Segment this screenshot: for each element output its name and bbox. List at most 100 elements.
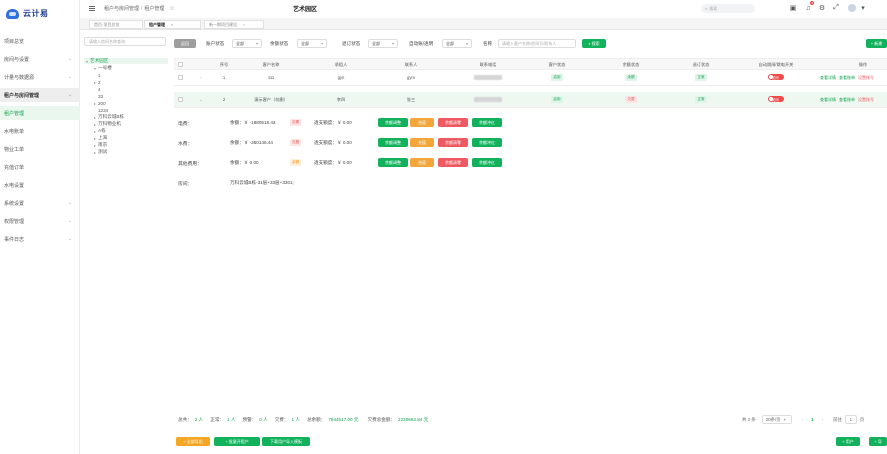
- auto-status-select[interactable]: 全部 ▾: [442, 39, 472, 48]
- fee-action-button[interactable]: 余额清零: [438, 118, 468, 127]
- breadcrumb-item[interactable]: 租户与房间管理: [104, 5, 139, 12]
- tab-tenant-management[interactable]: 租户管理 ×: [144, 20, 201, 29]
- page-size-select[interactable]: 20条/页 ▾: [761, 415, 792, 424]
- tree-search-input[interactable]: 请输入房间名称查询: [84, 37, 166, 46]
- balance-status-select[interactable]: 全部 ▾: [297, 39, 327, 48]
- sidebar-item[interactable]: 房间与设置 ⌄: [0, 52, 80, 66]
- row-checkbox[interactable]: [178, 75, 183, 80]
- import-button[interactable]: + 导: [869, 437, 887, 446]
- fee-action-button[interactable]: 余额清零: [438, 138, 468, 147]
- sidebar-item-label: 租户管理: [4, 110, 25, 117]
- breadcrumb: 租户与房间管理 / 租户管理 ☆: [104, 5, 175, 13]
- sidebar-item[interactable]: 租户管理: [0, 106, 80, 120]
- chevron-down-icon: ⌄: [67, 56, 72, 62]
- action-link[interactable]: 设置账号: [858, 75, 874, 80]
- chevron-right-icon[interactable]: ›: [198, 75, 204, 80]
- auto-switch-toggle[interactable]: 关闭: [768, 96, 784, 102]
- header-search-input[interactable]: ⌕ 搜索: [701, 4, 755, 13]
- new-button[interactable]: + 新建: [866, 39, 887, 48]
- select-all-checkbox[interactable]: [178, 62, 183, 67]
- fee-action-button[interactable]: 余额调整: [378, 138, 408, 147]
- tree-node[interactable]: ▸ 200: [84, 100, 106, 106]
- fee-action-button[interactable]: 充值: [410, 118, 434, 127]
- settle-status-select[interactable]: 全部 ▾: [368, 39, 398, 48]
- sidebar-item[interactable]: 系统设置 ⌄: [0, 196, 80, 210]
- tree-node[interactable]: ▾ 艺术园区: [84, 58, 168, 64]
- sidebar-item[interactable]: 事件日志 ⌄: [0, 232, 80, 246]
- col-phone: 联系电话: [479, 62, 497, 67]
- settle-status-label: 退订状态: [342, 41, 361, 46]
- tree-node[interactable]: 33: [84, 93, 103, 99]
- batch-open-button[interactable]: + 批量开租户: [214, 437, 260, 446]
- chevron-down-icon[interactable]: ▾: [859, 4, 867, 12]
- next-page-button[interactable]: ›: [822, 417, 823, 422]
- tab-home[interactable]: 首页·项目总览: [89, 20, 143, 29]
- settings-icon[interactable]: ⚙: [818, 4, 826, 12]
- cell-customer-status: 启用: [540, 74, 574, 81]
- tab-bar: 首页·项目总览 租户管理 × 新一期项目建设 ×: [80, 18, 887, 30]
- action-link[interactable]: 查看详情: [820, 75, 836, 80]
- table-row[interactable]: ⌄ 2 演示客户（勿删） 李四 张三 启用 欠费 正常 关闭 查看详情 查看账单 设置账号: [174, 92, 887, 108]
- sidebar-item[interactable]: 租户与房间管理 ⌄: [0, 88, 80, 102]
- fee-action-button[interactable]: 余额冲红: [472, 118, 502, 127]
- cell-balance-status: 欠费: [614, 96, 648, 103]
- close-icon[interactable]: ×: [243, 22, 245, 27]
- fee-action-button[interactable]: 余额调整: [378, 158, 408, 167]
- sidebar-item[interactable]: 水电账单: [0, 124, 80, 138]
- avatar[interactable]: [848, 4, 856, 12]
- action-link[interactable]: 设置账号: [858, 97, 874, 102]
- action-link[interactable]: 查看账单: [839, 97, 855, 102]
- fee-action-button[interactable]: 充值: [410, 158, 434, 167]
- chevron-down-icon[interactable]: ⌄: [198, 97, 204, 102]
- tree-node[interactable]: 4: [84, 86, 101, 92]
- tree-node[interactable]: ▸ 上海: [84, 135, 107, 141]
- sidebar-item[interactable]: 水电设置: [0, 178, 80, 192]
- tree-node[interactable]: ▾ 一号楼: [84, 65, 112, 71]
- tree-node[interactable]: ▸ 南京: [84, 142, 107, 148]
- menu-toggle-icon[interactable]: [89, 6, 95, 11]
- sidebar-item[interactable]: 充值订单: [0, 160, 80, 174]
- action-link[interactable]: 查看详情: [820, 97, 836, 102]
- sidebar-item[interactable]: 权限管理 ⌄: [0, 214, 80, 228]
- fee-action-button[interactable]: 余额冲红: [472, 138, 502, 147]
- row-checkbox[interactable]: [178, 97, 183, 102]
- tree-node[interactable]: ▸ 测试: [84, 149, 107, 155]
- bell-icon[interactable]: ♫ 8: [804, 1, 814, 12]
- sidebar-item-label: 租户与房间管理: [4, 92, 40, 99]
- tree-node[interactable]: ▸ A栋: [84, 128, 106, 134]
- add-user-button[interactable]: + 用户: [836, 437, 860, 446]
- account-status-select[interactable]: 全部 ▾: [232, 39, 262, 48]
- tree-node[interactable]: ▸ 万科云城B栋: [84, 114, 124, 120]
- detail-electric: 电费： 余额：￥ -1880518.43 欠费 透支额度：￥ 0.00 余额调整 充值 余额…: [174, 116, 887, 130]
- screen-icon[interactable]: ▣: [789, 4, 797, 12]
- room-tree-panel: 请输入房间名称查询 ▾ 艺术园区 ▾ 一号楼 1 ▸ 2 4 33 ▸ 200 1234 ▸ 万科云城B栋…: [84, 35, 172, 450]
- sidebar-item[interactable]: 物业工单: [0, 142, 80, 156]
- fee-action-button[interactable]: 余额调整: [378, 118, 408, 127]
- tree-node[interactable]: 1234: [84, 107, 108, 113]
- sidebar-item[interactable]: 计量与数据源 ⌄: [0, 70, 80, 84]
- star-icon[interactable]: ☆: [169, 5, 174, 12]
- customer-search-input[interactable]: 请输入客户名称/房间号/联系人: [498, 39, 576, 48]
- tree-node[interactable]: ▸ 2: [84, 79, 101, 85]
- tree-node-label: 一号楼: [98, 65, 112, 70]
- prev-page-button[interactable]: ‹: [802, 417, 803, 422]
- search-button[interactable]: ⌕ 搜索: [582, 39, 606, 48]
- app-logo[interactable]: 云计易: [6, 8, 49, 19]
- back-button[interactable]: 返回: [174, 39, 196, 48]
- tree-node[interactable]: ▸ 万科物业机: [84, 121, 121, 127]
- download-template-button[interactable]: 下载用户导入模板: [262, 437, 310, 446]
- tab-new-project[interactable]: 新一期项目建设 ×: [204, 20, 264, 29]
- export-all-button[interactable]: + 全部导出: [176, 437, 210, 446]
- fee-action-button[interactable]: 余额清零: [438, 158, 468, 167]
- action-link[interactable]: 查看账单: [839, 75, 855, 80]
- auto-switch-toggle[interactable]: 关闭: [768, 74, 784, 80]
- page-number[interactable]: 1: [811, 417, 813, 422]
- fullscreen-icon[interactable]: ⤢: [832, 4, 840, 12]
- tree-node[interactable]: 1: [84, 72, 101, 78]
- table-row[interactable]: › 1 111 gyn gym 启用 余额 正常 关闭 查看详情 查看账单 设置账号: [174, 70, 887, 86]
- close-icon[interactable]: ×: [171, 22, 173, 27]
- fee-action-button[interactable]: 充值: [410, 138, 434, 147]
- fee-action-button[interactable]: 余额冲红: [472, 158, 502, 167]
- sidebar-item[interactable]: 项目总览: [0, 34, 80, 48]
- goto-input[interactable]: 1: [844, 415, 857, 424]
